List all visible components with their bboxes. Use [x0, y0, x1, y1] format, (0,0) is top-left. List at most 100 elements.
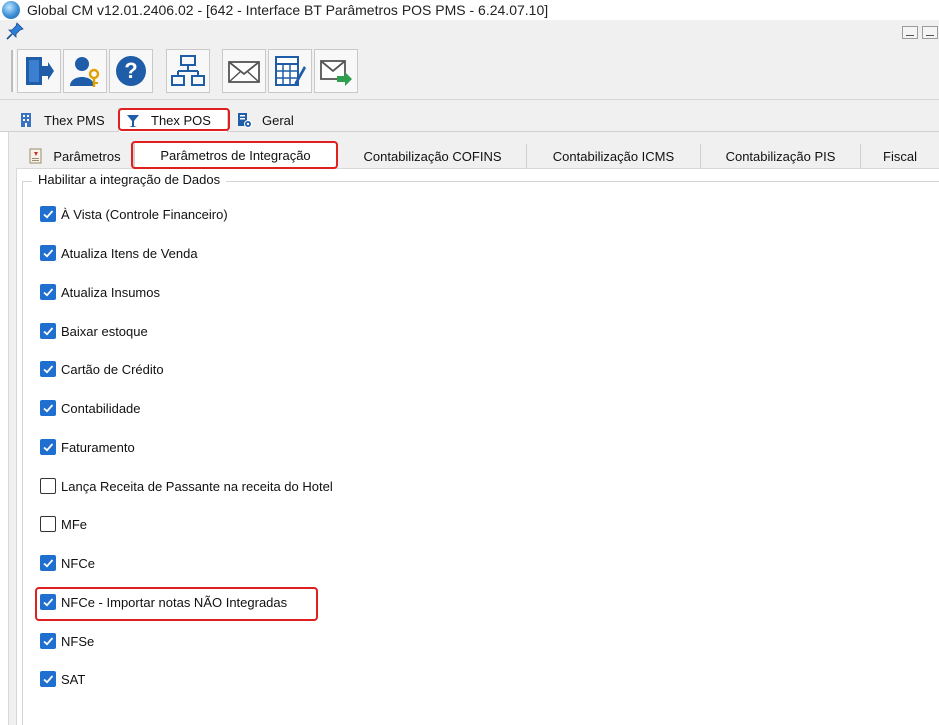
checkbox-checked[interactable]	[40, 245, 56, 261]
toolbar: ?	[0, 42, 939, 100]
option-nfce-importar-notas-nao-integradas[interactable]: NFCe - Importar notas NÃO Integradas	[40, 593, 287, 611]
checkmark-icon	[43, 365, 54, 374]
option-a-vista[interactable]: À Vista (Controle Financeiro)	[40, 205, 228, 223]
option-atualiza-itens-de-venda[interactable]: Atualiza Itens de Venda	[40, 244, 198, 262]
checkmark-icon	[43, 288, 54, 297]
checkbox-checked[interactable]	[40, 206, 56, 222]
building-icon	[21, 113, 31, 127]
checkmark-icon	[43, 559, 54, 568]
option-sat[interactable]: SAT	[40, 670, 85, 688]
svg-text:?: ?	[124, 58, 137, 83]
integration-groupbox	[22, 181, 939, 725]
option-label: NFSe	[61, 633, 95, 649]
parameters-icon	[29, 148, 42, 164]
user-access-button[interactable]	[63, 49, 107, 93]
tab-contabilizacao-pis[interactable]: Contabilização PIS	[701, 144, 861, 168]
tab-contabilizacao-icms-label: Contabilização ICMS	[552, 148, 675, 164]
minimize-child-button[interactable]	[902, 26, 918, 39]
org-chart-icon	[171, 55, 205, 86]
exit-button[interactable]	[17, 49, 61, 93]
settings-sheet-icon	[238, 113, 252, 128]
mdi-control-row	[0, 20, 939, 42]
tab-geral[interactable]: Geral	[230, 108, 302, 132]
checkmark-icon	[43, 637, 54, 646]
option-label: Baixar estoque	[61, 323, 148, 339]
option-label: NFCe - Importar notas NÃO Integradas	[61, 594, 288, 610]
option-lanca-receita-de-passante[interactable]: Lança Receita de Passante na receita do …	[40, 477, 333, 495]
checkbox-checked[interactable]	[40, 400, 56, 416]
option-label: Cartão de Crédito	[61, 361, 164, 377]
pin-icon[interactable]	[6, 22, 26, 40]
option-label: Lança Receita de Passante na receita do …	[61, 478, 333, 494]
option-mfe[interactable]: MFe	[40, 515, 87, 533]
tab-thex-pms-label: Thex PMS	[44, 112, 105, 128]
checkmark-icon	[43, 443, 54, 452]
envelope-icon	[228, 61, 260, 83]
tab-parametros-label: Parâmetros	[53, 148, 121, 164]
option-atualiza-insumos[interactable]: Atualiza Insumos	[40, 283, 160, 301]
group-title: Habilitar a integração de Dados	[32, 172, 227, 187]
option-label: SAT	[61, 671, 86, 687]
tab-contabilizacao-icms[interactable]: Contabilização ICMS	[527, 144, 701, 168]
tab-geral-label: Geral	[262, 112, 294, 128]
checkbox-checked[interactable]	[40, 284, 56, 300]
window-title: Global CM v12.01.2406.02 - [642 - Interf…	[27, 2, 549, 18]
tab-thex-pos[interactable]: Thex POS	[118, 108, 228, 132]
tab-thex-pms[interactable]: Thex PMS	[12, 108, 113, 132]
help-icon: ?	[116, 56, 146, 86]
tab-parametros-de-integracao[interactable]: Parâmetros de Integração	[134, 142, 337, 168]
tab-thex-pos-label: Thex POS	[151, 113, 211, 128]
toolbar-grip[interactable]	[11, 50, 15, 92]
sub-tab-strip: Parâmetros Parâmetros de Integração Cont…	[8, 142, 939, 168]
option-baixar-estoque[interactable]: Baixar estoque	[40, 322, 148, 340]
restore-child-button[interactable]	[922, 26, 938, 39]
checkmark-icon	[43, 675, 54, 684]
checkbox-checked[interactable]	[40, 439, 56, 455]
checkbox-checked[interactable]	[40, 671, 56, 687]
title-bar: Global CM v12.01.2406.02 - [642 - Interf…	[0, 0, 939, 20]
checkbox-checked[interactable]	[40, 594, 56, 610]
checkmark-icon	[43, 404, 54, 413]
checkmark-icon	[43, 598, 54, 607]
checkbox-checked[interactable]	[40, 323, 56, 339]
main-tab-strip: Thex PMS Thex POS Geral	[0, 100, 939, 132]
help-button[interactable]: ?	[109, 49, 153, 93]
checkbox-unchecked[interactable]	[40, 516, 56, 532]
option-faturamento[interactable]: Faturamento	[40, 438, 135, 456]
option-label: NFCe	[61, 555, 95, 571]
tab-parametros[interactable]: Parâmetros	[16, 144, 134, 168]
user-key-icon	[70, 57, 100, 87]
option-cartao-de-credito[interactable]: Cartão de Crédito	[40, 360, 164, 378]
option-nfse[interactable]: NFSe	[40, 632, 94, 650]
tab-fiscal-label: Fiscal	[883, 148, 917, 164]
option-label: À Vista (Controle Financeiro)	[61, 206, 228, 222]
calculator-sheet-icon	[275, 56, 306, 86]
checkmark-icon	[43, 249, 54, 258]
option-label: Atualiza Itens de Venda	[61, 245, 198, 261]
checkmark-icon	[43, 327, 54, 336]
send-mail-button[interactable]	[314, 49, 358, 93]
option-nfce[interactable]: NFCe	[40, 554, 95, 572]
tab-contabilizacao-cofins-label: Contabilização COFINS	[363, 148, 502, 164]
tab-parametros-de-integracao-label: Parâmetros de Integração	[160, 148, 311, 163]
option-label: MFe	[61, 516, 87, 532]
option-label: Atualiza Insumos	[61, 284, 160, 300]
cocktail-icon	[127, 114, 139, 127]
tab-contabilizacao-cofins[interactable]: Contabilização COFINS	[339, 144, 527, 168]
structure-button[interactable]	[166, 49, 210, 93]
globe-app-icon	[2, 1, 20, 19]
checkbox-checked[interactable]	[40, 361, 56, 377]
checkmark-icon	[43, 210, 54, 219]
option-label: Contabilidade	[61, 400, 141, 416]
exit-door-icon	[26, 57, 54, 85]
option-contabilidade[interactable]: Contabilidade	[40, 399, 141, 417]
checkbox-unchecked[interactable]	[40, 478, 56, 494]
option-label: Faturamento	[61, 439, 135, 455]
mail-button[interactable]	[222, 49, 266, 93]
checkbox-checked[interactable]	[40, 633, 56, 649]
send-mail-icon	[320, 60, 352, 86]
accounting-button[interactable]	[268, 49, 312, 93]
tab-contabilizacao-pis-label: Contabilização PIS	[725, 148, 836, 164]
tab-fiscal[interactable]: Fiscal	[861, 144, 939, 168]
checkbox-checked[interactable]	[40, 555, 56, 571]
